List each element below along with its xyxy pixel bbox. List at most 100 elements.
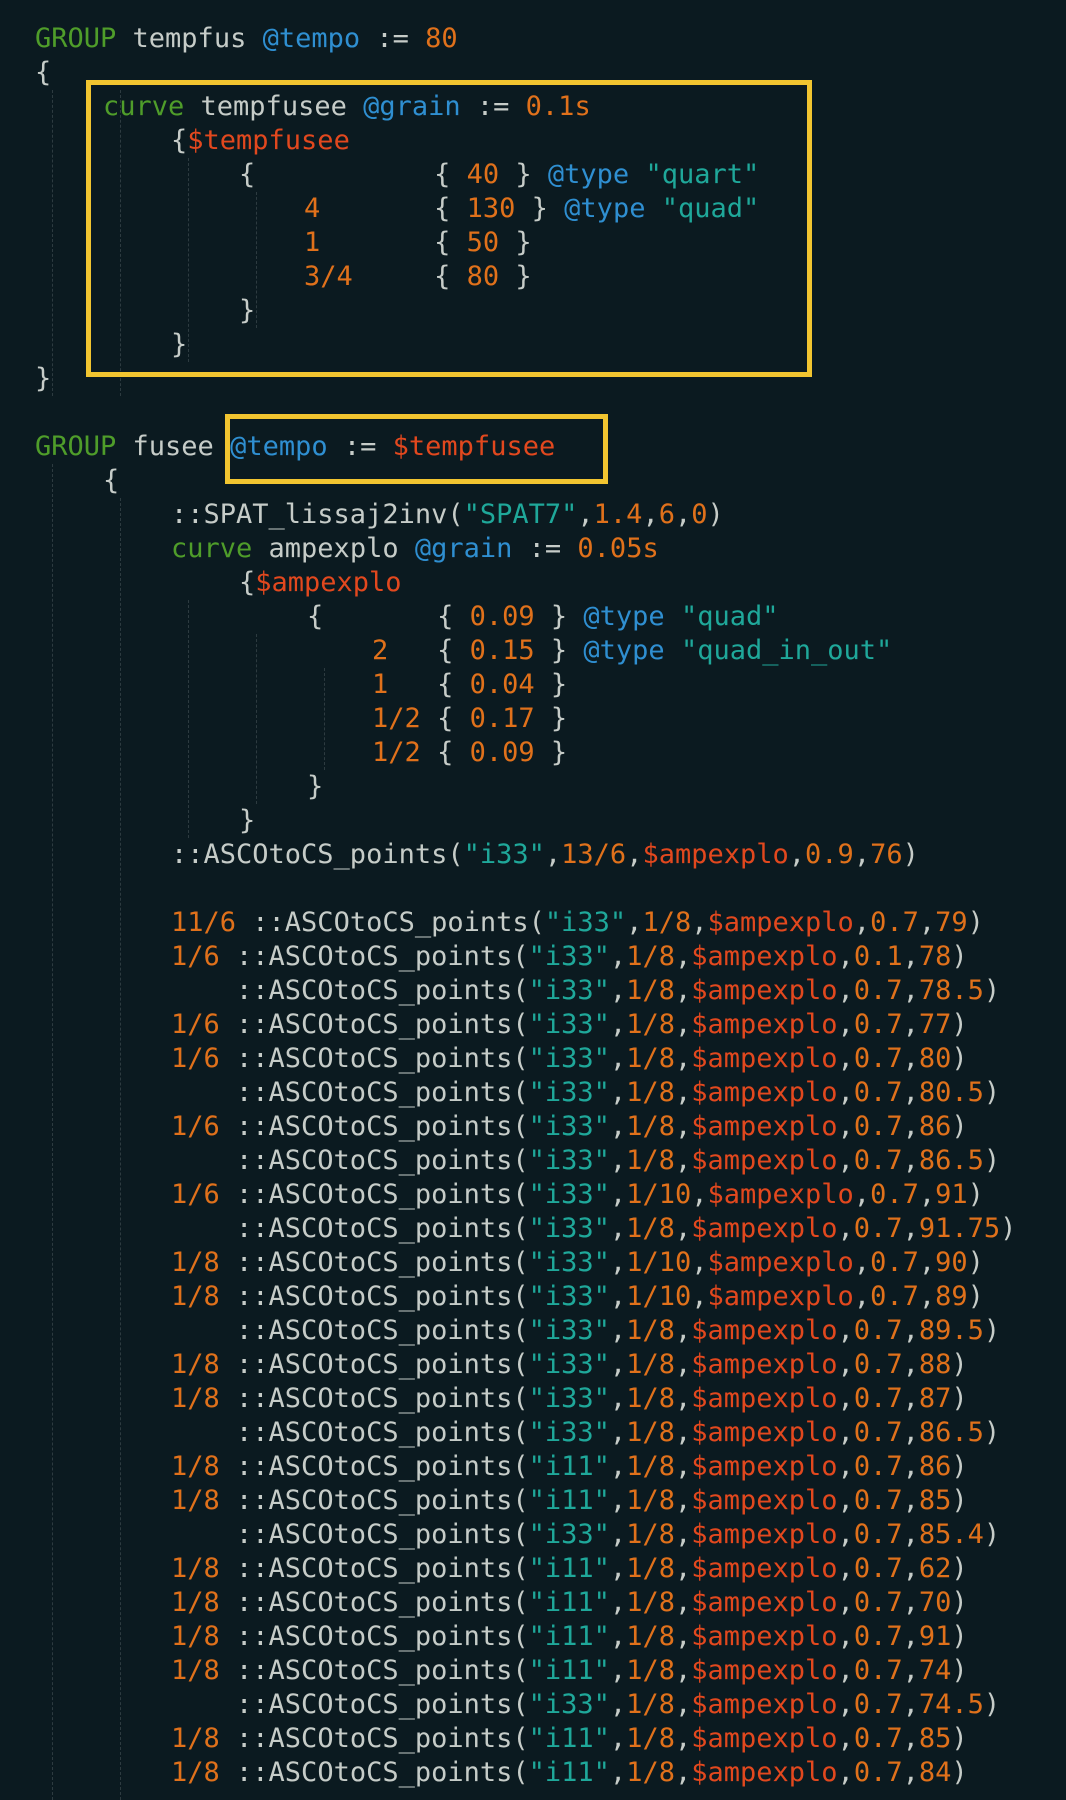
code-line[interactable]: { <box>35 56 51 90</box>
code-token: ) <box>951 1111 968 1142</box>
code-line[interactable]: 1/6 ::ASCOtoCS_points("i33",1/8,$ampexpl… <box>171 1008 968 1042</box>
code-token: , <box>674 1553 692 1584</box>
code-line[interactable]: { { 0.09 } @type "quad" <box>307 600 778 634</box>
code-token: , <box>674 1145 692 1176</box>
code-line[interactable]: 1/8 ::ASCOtoCS_points("i11",1/8,$ampexpl… <box>171 1620 968 1654</box>
code-line[interactable]: ::ASCOtoCS_points("i33",13/6,$ampexplo,0… <box>171 838 919 872</box>
code-token: ::ASCOtoCS_points( <box>219 1553 529 1584</box>
code-token: 1/8 <box>626 1621 675 1652</box>
code-line[interactable]: } <box>35 362 51 396</box>
code-token: , <box>609 1383 627 1414</box>
code-editor[interactable]: GROUP tempfus @tempo := 80{curve tempfus… <box>0 0 1066 1800</box>
code-line[interactable]: ::SPAT_lissaj2inv("SPAT7",1.4,6,0) <box>171 498 724 532</box>
code-token: 0.7 <box>853 1757 903 1788</box>
code-token: , <box>674 941 692 972</box>
code-token: , <box>609 1009 627 1040</box>
code-token: 1/8 <box>626 1587 675 1618</box>
code-line[interactable]: 11/6 ::ASCOtoCS_points("i33",1/8,$ampexp… <box>171 906 984 940</box>
code-token: { <box>437 669 470 700</box>
code-line[interactable]: ::ASCOtoCS_points("i33",1/8,$ampexplo,0.… <box>171 974 1000 1008</box>
code-token: ::ASCOtoCS_points( <box>219 1247 529 1278</box>
code-token: ) <box>951 1349 968 1380</box>
code-line[interactable]: 2 { 0.15 } @type "quad_in_out" <box>307 634 892 668</box>
code-token: $ampexplo <box>642 839 789 870</box>
code-token: , <box>837 1485 854 1516</box>
highlight-box-tempo-assignment <box>225 414 608 484</box>
code-line[interactable]: 1/2 { 0.17 } <box>307 702 567 736</box>
code-line[interactable]: 1/8 ::ASCOtoCS_points("i33",1/10,$ampexp… <box>171 1246 984 1280</box>
code-line[interactable]: {$ampexplo <box>239 566 402 600</box>
code-line[interactable]: ::ASCOtoCS_points("i33",1/8,$ampexplo,0.… <box>171 1314 1000 1348</box>
code-token: $ampexplo <box>691 1655 838 1686</box>
code-token: , <box>902 1485 919 1516</box>
code-token: @grain <box>414 533 513 564</box>
code-line[interactable]: ::ASCOtoCS_points("i33",1/8,$ampexplo,0.… <box>171 1518 1000 1552</box>
code-line[interactable]: 1/8 ::ASCOtoCS_points("i11",1/8,$ampexpl… <box>171 1722 968 1756</box>
code-line[interactable]: ::ASCOtoCS_points("i33",1/8,$ampexplo,0.… <box>171 1212 1016 1246</box>
highlight-box-curve-block <box>86 80 812 377</box>
code-token: "i33" <box>528 1179 610 1210</box>
code-line[interactable]: 1/8 ::ASCOtoCS_points("i11",1/8,$ampexpl… <box>171 1484 968 1518</box>
code-line[interactable]: } <box>307 770 323 804</box>
code-token: ::ASCOtoCS_points( <box>171 1689 529 1720</box>
code-line[interactable]: 1/8 ::ASCOtoCS_points("i11",1/8,$ampexpl… <box>171 1654 968 1688</box>
code-line[interactable]: 1 { 0.04 } <box>307 668 567 702</box>
code-line[interactable]: GROUP tempfus @tempo := 80 <box>35 22 458 56</box>
code-line[interactable]: curve ampexplo @grain := 0.05s <box>171 532 659 566</box>
code-token: 1/8 <box>171 1281 220 1312</box>
code-line[interactable]: } <box>239 804 255 838</box>
code-token: 0.9 <box>805 839 854 870</box>
code-line[interactable]: 1/8 ::ASCOtoCS_points("i11",1/8,$ampexpl… <box>171 1586 968 1620</box>
code-token: , <box>674 1077 692 1108</box>
code-line[interactable]: 1/6 ::ASCOtoCS_points("i33",1/8,$ampexpl… <box>171 940 968 974</box>
code-token: ) <box>967 1281 984 1312</box>
code-token: ::ASCOtoCS_points( <box>219 1043 529 1074</box>
code-line[interactable]: 1/8 ::ASCOtoCS_points("i11",1/8,$ampexpl… <box>171 1450 968 1484</box>
code-line[interactable]: ::ASCOtoCS_points("i33",1/8,$ampexplo,0.… <box>171 1076 1000 1110</box>
code-line[interactable]: 1/6 ::ASCOtoCS_points("i33",1/10,$ampexp… <box>171 1178 984 1212</box>
code-token: 1/8 <box>642 907 692 938</box>
code-token: 0.15 <box>469 635 535 666</box>
code-token: , <box>609 1689 627 1720</box>
code-line[interactable]: ::ASCOtoCS_points("i33",1/8,$ampexplo,0.… <box>171 1144 1000 1178</box>
code-token: $ampexplo <box>691 1451 838 1482</box>
code-token: 1/8 <box>171 1451 220 1482</box>
code-token: 89 <box>935 1281 968 1312</box>
code-line[interactable]: 1/6 ::ASCOtoCS_points("i33",1/8,$ampexpl… <box>171 1042 968 1076</box>
code-token: , <box>674 1655 692 1686</box>
code-token: , <box>853 1281 871 1312</box>
code-line[interactable]: 1/8 ::ASCOtoCS_points("i11",1/8,$ampexpl… <box>171 1552 968 1586</box>
code-token: , <box>609 1485 627 1516</box>
code-token: 1/8 <box>626 1383 675 1414</box>
code-token: 1/8 <box>626 1349 675 1380</box>
code-line[interactable]: 1/8 ::ASCOtoCS_points("i33",1/8,$ampexpl… <box>171 1382 968 1416</box>
code-line[interactable]: 1/8 ::ASCOtoCS_points("i33",1/10,$ampexp… <box>171 1280 984 1314</box>
code-token: "quad_in_out" <box>680 635 893 666</box>
code-line[interactable]: 1/8 ::ASCOtoCS_points("i33",1/8,$ampexpl… <box>171 1348 968 1382</box>
code-token: , <box>837 1383 854 1414</box>
code-token: , <box>902 1689 919 1720</box>
indent-guide <box>188 600 189 838</box>
code-line[interactable]: 1/8 ::ASCOtoCS_points("i11",1/8,$ampexpl… <box>171 1756 968 1790</box>
code-token: , <box>609 1417 627 1448</box>
code-token: { <box>307 601 324 632</box>
code-line[interactable]: 1/2 { 0.09 } <box>307 736 567 770</box>
code-line[interactable]: ::ASCOtoCS_points("i33",1/8,$ampexplo,0.… <box>171 1416 1000 1450</box>
code-line[interactable]: ::ASCOtoCS_points("i33",1/8,$ampexplo,0.… <box>171 1688 1000 1722</box>
code-token: 78.5 <box>918 975 984 1006</box>
code-token: , <box>837 1349 854 1380</box>
code-token: ) <box>967 1247 984 1278</box>
code-line[interactable]: 1/6 ::ASCOtoCS_points("i33",1/8,$ampexpl… <box>171 1110 968 1144</box>
code-token: ) <box>983 1315 1001 1346</box>
code-line[interactable]: { <box>103 464 119 498</box>
code-token: , <box>902 1621 919 1652</box>
code-token: , <box>609 1451 627 1482</box>
code-token: ::ASCOtoCS_points( <box>219 1723 529 1754</box>
code-token: $ampexplo <box>707 1281 854 1312</box>
code-token: , <box>902 1587 919 1618</box>
code-token: , <box>674 1213 692 1244</box>
code-token: , <box>609 1621 627 1652</box>
code-token: 1/8 <box>626 1723 675 1754</box>
